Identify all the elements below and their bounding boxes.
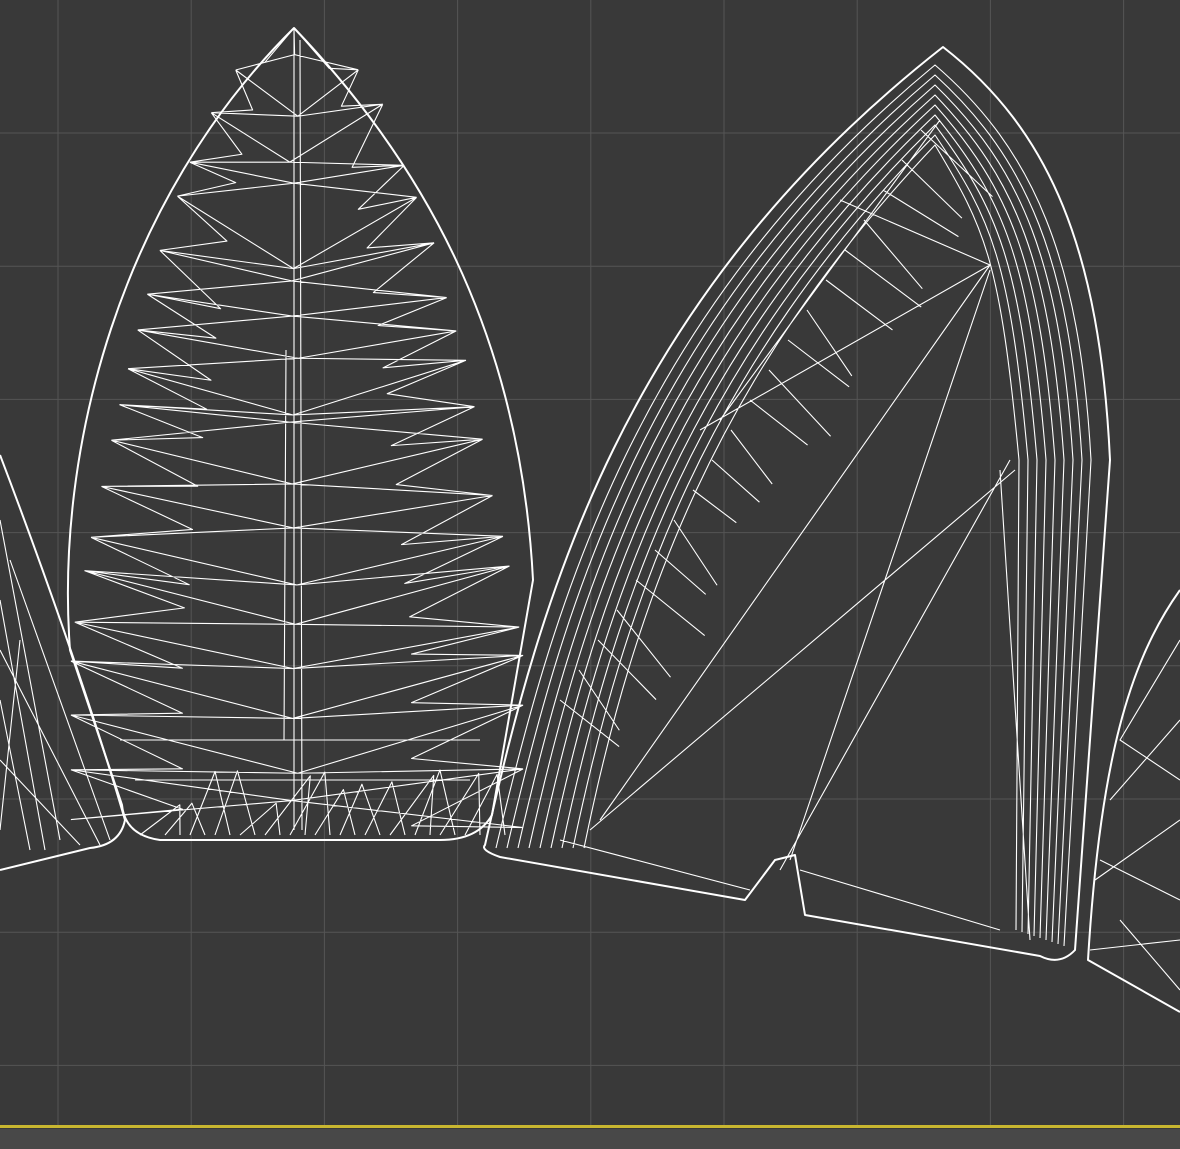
status-bar [0,1129,1180,1149]
active-viewport-border [0,1125,1180,1128]
pointed-mesh[interactable] [66,27,534,841]
viewport-canvas[interactable] [0,0,1180,1125]
right-partial-mesh[interactable] [1087,589,1180,1013]
3d-viewport[interactable] [0,0,1180,1149]
arch-mesh[interactable] [483,46,1111,961]
